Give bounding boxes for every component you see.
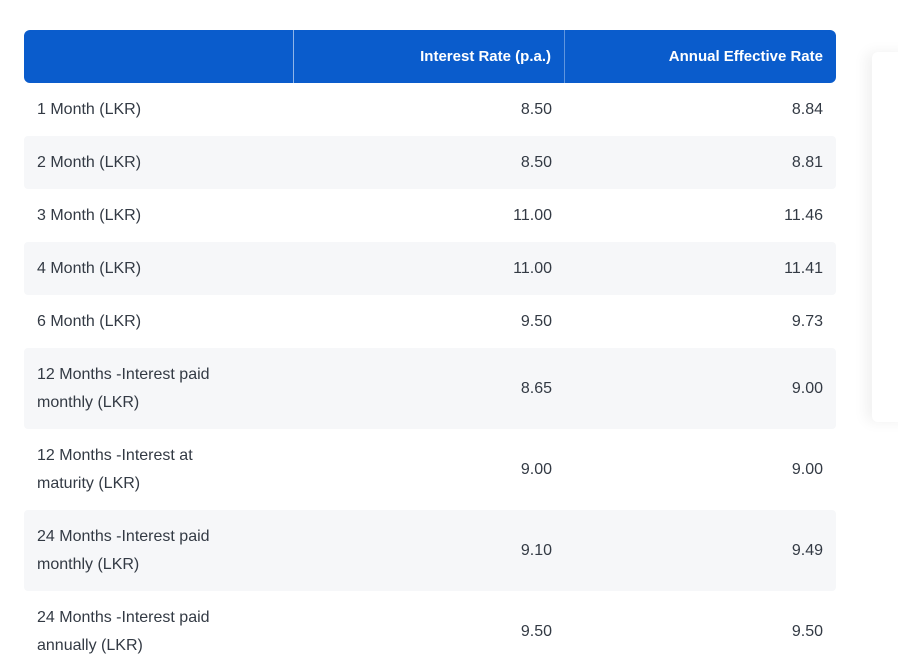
interest-rate-cell: 8.50	[520, 100, 552, 118]
table-row: 4 Month (LKR) 11.00 11.41	[24, 242, 836, 295]
table-header: Interest Rate (p.a.) Annual Effective Ra…	[24, 30, 836, 83]
term-cell: 24 Months -Interest paid monthly (LKR)	[24, 510, 294, 591]
table-row: 3 Month (LKR) 11.00 11.46	[24, 189, 836, 242]
term-cell: 12 Months -Interest paid monthly (LKR)	[24, 348, 294, 429]
interest-rate-cell: 9.10	[294, 510, 565, 591]
page: Interest Rate (p.a.) Annual Effective Ra…	[0, 0, 898, 671]
table-row: 6 Month (LKR) 9.50 9.73	[24, 295, 836, 348]
term-cell: 1 Month (LKR)	[24, 83, 294, 136]
effective-rate-cell: 9.00	[565, 348, 836, 429]
interest-rate-cell: 11.00	[294, 242, 565, 295]
effective-rate-cell: 9.49	[565, 510, 836, 591]
term-cell: 4 Month (LKR)	[24, 242, 294, 295]
effective-rate-cell: 11.41	[565, 242, 836, 295]
term-label: 6 Month (LKR)	[37, 312, 142, 330]
table-row: 1 Month (LKR) 8.50 8.84	[24, 83, 836, 136]
term-label: 12 Months -Interest at maturity (LKR)	[37, 446, 193, 492]
table-body: 1 Month (LKR) 8.50 8.84 2 Month (LKR) 8.…	[24, 83, 836, 671]
term-label: 2 Month (LKR)	[37, 153, 142, 171]
effective-rate-cell: 9.73	[791, 312, 823, 330]
term-cell: 6 Month (LKR)	[24, 295, 294, 348]
interest-rate-cell: 9.00	[520, 460, 552, 478]
term-label: 3 Month (LKR)	[37, 206, 142, 224]
term-cell: 2 Month (LKR)	[24, 136, 294, 189]
interest-rate-cell: 8.50	[294, 136, 565, 189]
term-cell: 12 Months -Interest at maturity (LKR)	[24, 429, 294, 510]
interest-rate-table: Interest Rate (p.a.) Annual Effective Ra…	[24, 30, 836, 671]
header-term	[24, 30, 294, 83]
term-label: 24 Months -Interest paid annually (LKR)	[37, 608, 210, 654]
effective-rate-cell: 8.81	[565, 136, 836, 189]
term-label: 24 Months -Interest paid monthly (LKR)	[37, 527, 210, 573]
header-annual-effective-rate: Annual Effective Rate	[565, 30, 836, 83]
table-row: 12 Months -Interest at maturity (LKR) 9.…	[24, 429, 836, 510]
effective-rate-cell: 9.00	[791, 460, 823, 478]
interest-rate-cell: 9.50	[520, 622, 552, 640]
table-row: 24 Months -Interest paid annually (LKR) …	[24, 591, 836, 671]
interest-rate-cell: 9.50	[520, 312, 552, 330]
table-row: 12 Months -Interest paid monthly (LKR) 8…	[24, 348, 836, 429]
term-label: 1 Month (LKR)	[37, 100, 142, 118]
table-row: 2 Month (LKR) 8.50 8.81	[24, 136, 836, 189]
term-label: 12 Months -Interest paid monthly (LKR)	[37, 365, 210, 411]
header-interest-rate: Interest Rate (p.a.)	[294, 30, 565, 83]
term-cell: 24 Months -Interest paid annually (LKR)	[24, 591, 294, 671]
table-row: 24 Months -Interest paid monthly (LKR) 9…	[24, 510, 836, 591]
effective-rate-cell: 8.84	[791, 100, 823, 118]
effective-rate-cell: 11.46	[784, 206, 823, 224]
effective-rate-cell: 9.50	[791, 622, 823, 640]
interest-rate-cell: 11.00	[513, 206, 552, 224]
header-row: Interest Rate (p.a.) Annual Effective Ra…	[24, 30, 836, 83]
side-panel-edge	[872, 52, 898, 422]
term-cell: 3 Month (LKR)	[24, 189, 294, 242]
term-label: 4 Month (LKR)	[37, 259, 142, 277]
interest-rate-cell: 8.65	[294, 348, 565, 429]
